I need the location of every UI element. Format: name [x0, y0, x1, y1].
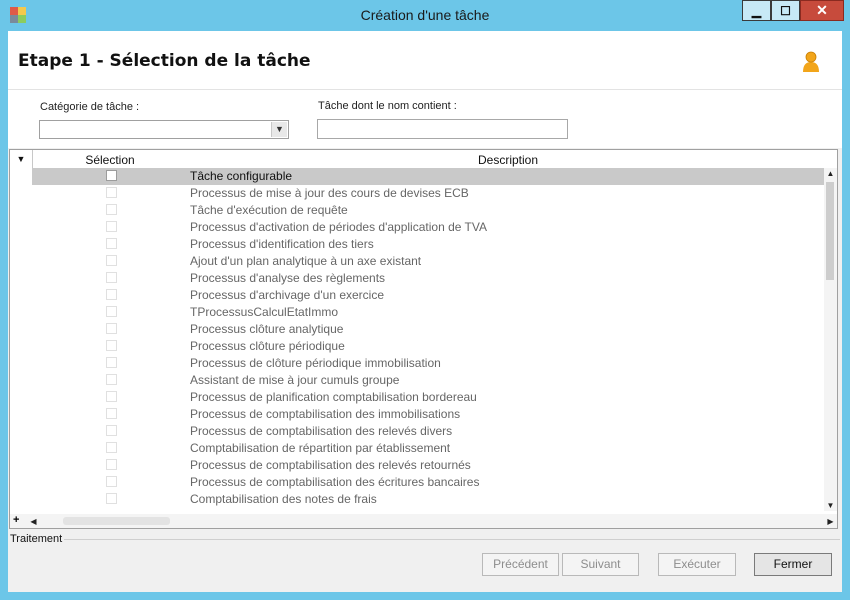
row-description: Processus de mise à jour des cours de de… [190, 186, 469, 200]
row-checkbox[interactable] [106, 340, 117, 351]
step-title: Etape 1 - Sélection de la tâche [18, 51, 311, 71]
row-checkbox[interactable] [106, 204, 117, 215]
row-checkbox[interactable] [106, 323, 117, 334]
row-checkbox[interactable] [106, 476, 117, 487]
table-row[interactable]: Processus de comptabilisation des relevé… [32, 457, 824, 474]
row-description: Processus d'archivage d'un exercice [190, 288, 385, 302]
task-grid: ▼ Sélection Description Tâche configurab… [9, 149, 838, 529]
section-label: Traitement [10, 533, 63, 545]
row-description: Processus d'activation de périodes d'app… [190, 220, 487, 234]
close-button[interactable]: ✕ [800, 0, 844, 21]
scroll-right-icon[interactable]: ▶ [824, 517, 837, 526]
table-row[interactable]: Processus d'archivage d'un exercice [32, 287, 824, 304]
table-row[interactable]: Processus d'activation de périodes d'app… [32, 219, 824, 236]
section-divider [64, 539, 840, 540]
row-description: Processus de comptabilisation des relevé… [190, 424, 453, 438]
row-description: Assistant de mise à jour cumuls groupe [190, 373, 400, 387]
table-row[interactable]: Processus d'analyse des règlements [32, 270, 824, 287]
row-checkbox[interactable] [106, 238, 117, 249]
row-description: Processus de comptabilisation des relevé… [190, 458, 471, 472]
row-checkbox[interactable] [106, 255, 117, 266]
table-row[interactable]: Processus de mise à jour des cours de de… [32, 185, 824, 202]
table-row[interactable]: Processus de comptabilisation des immobi… [32, 406, 824, 423]
name-filter-label: Tâche dont le nom contient : [318, 100, 457, 112]
table-row[interactable]: Processus de planification comptabilisat… [32, 389, 824, 406]
row-checkbox[interactable] [106, 391, 117, 402]
previous-button[interactable]: Précédent [482, 553, 559, 576]
vertical-scroll-thumb[interactable] [826, 182, 834, 280]
row-description: Processus de comptabilisation des écritu… [190, 475, 480, 489]
row-description: Ajout d'un plan analytique à un axe exis… [190, 254, 422, 268]
row-description: Processus d'identification des tiers [190, 237, 374, 251]
table-row[interactable]: TProcessusCalculEtatImmo [32, 304, 824, 321]
step-header: Etape 1 - Sélection de la tâche [8, 31, 842, 90]
close-dialog-button[interactable]: Fermer [754, 553, 832, 576]
row-description: Processus clôture analytique [190, 322, 344, 336]
column-header-selection[interactable]: Sélection [34, 153, 186, 167]
table-row[interactable]: Tâche d'exécution de requête [32, 202, 824, 219]
horizontal-scroll-thumb[interactable] [63, 517, 170, 525]
chevron-down-icon[interactable]: ▼ [271, 122, 287, 137]
table-row[interactable]: Ajout d'un plan analytique à un axe exis… [32, 253, 824, 270]
row-checkbox[interactable] [106, 306, 117, 317]
grid-header: ▼ Sélection Description [10, 150, 837, 168]
row-checkbox[interactable] [106, 187, 117, 198]
table-row[interactable]: Comptabilisation de répartition par étab… [32, 440, 824, 457]
add-row-button[interactable]: + [13, 514, 19, 526]
table-row[interactable]: Processus de comptabilisation des écritu… [32, 474, 824, 491]
table-row[interactable]: Processus de clôture périodique immobili… [32, 355, 824, 372]
row-checkbox[interactable] [106, 459, 117, 470]
user-icon [803, 51, 819, 72]
dialog-client: Etape 1 - Sélection de la tâche Catégori… [8, 31, 842, 592]
column-chooser-icon[interactable]: ▼ [10, 150, 33, 168]
window-title: Création d'une tâche [360, 7, 490, 23]
table-row[interactable]: Processus clôture périodique [32, 338, 824, 355]
scroll-up-icon[interactable]: ▲ [824, 169, 837, 178]
category-select[interactable]: ▼ [39, 120, 289, 139]
row-checkbox[interactable] [106, 221, 117, 232]
row-checkbox[interactable] [106, 357, 117, 368]
table-row[interactable]: Tâche configurable [32, 168, 824, 185]
table-row[interactable]: Comptabilisation des notes de frais [32, 491, 824, 508]
row-checkbox[interactable] [106, 442, 117, 453]
next-button[interactable]: Suivant [562, 553, 639, 576]
title-bar: Création d'une tâche ▁ ☐ ✕ [0, 0, 850, 31]
row-description: Processus de planification comptabilisat… [190, 390, 477, 404]
row-checkbox[interactable] [106, 170, 117, 181]
name-filter-input[interactable] [317, 119, 568, 139]
row-description: Tâche d'exécution de requête [190, 203, 348, 217]
row-description: Processus clôture périodique [190, 339, 345, 353]
scroll-down-icon[interactable]: ▼ [824, 501, 837, 510]
category-label: Catégorie de tâche : [40, 101, 140, 113]
table-row[interactable]: Processus d'identification des tiers [32, 236, 824, 253]
row-checkbox[interactable] [106, 272, 117, 283]
horizontal-scrollbar[interactable]: + ◀ ▶ [10, 514, 837, 528]
row-checkbox[interactable] [106, 289, 117, 300]
row-description: Processus de comptabilisation des immobi… [190, 407, 461, 421]
row-description: Processus d'analyse des règlements [190, 271, 386, 285]
execute-button[interactable]: Exécuter [658, 553, 736, 576]
column-header-description[interactable]: Description [188, 153, 828, 167]
grid-rows: Tâche configurable Processus de mise à jo… [32, 168, 824, 511]
row-description: Comptabilisation des notes de frais [190, 492, 377, 506]
table-row[interactable]: Processus de comptabilisation des relevé… [32, 423, 824, 440]
row-description: Comptabilisation de répartition par étab… [190, 441, 451, 455]
app-window: Création d'une tâche ▁ ☐ ✕ Etape 1 - Sél… [0, 0, 850, 600]
maximize-button[interactable]: ☐ [771, 0, 800, 21]
row-checkbox[interactable] [106, 425, 117, 436]
row-description: Tâche configurable [190, 169, 293, 183]
row-description: Processus de clôture périodique immobili… [190, 356, 441, 370]
row-checkbox[interactable] [106, 493, 117, 504]
minimize-button[interactable]: ▁ [742, 0, 771, 21]
table-row[interactable]: Processus clôture analytique [32, 321, 824, 338]
scroll-left-icon[interactable]: ◀ [27, 517, 40, 526]
row-description: TProcessusCalculEtatImmo [190, 305, 339, 319]
vertical-scrollbar[interactable]: ▲ ▼ [824, 168, 837, 511]
row-checkbox[interactable] [106, 408, 117, 419]
row-checkbox[interactable] [106, 374, 117, 385]
table-row[interactable]: Assistant de mise à jour cumuls groupe [32, 372, 824, 389]
